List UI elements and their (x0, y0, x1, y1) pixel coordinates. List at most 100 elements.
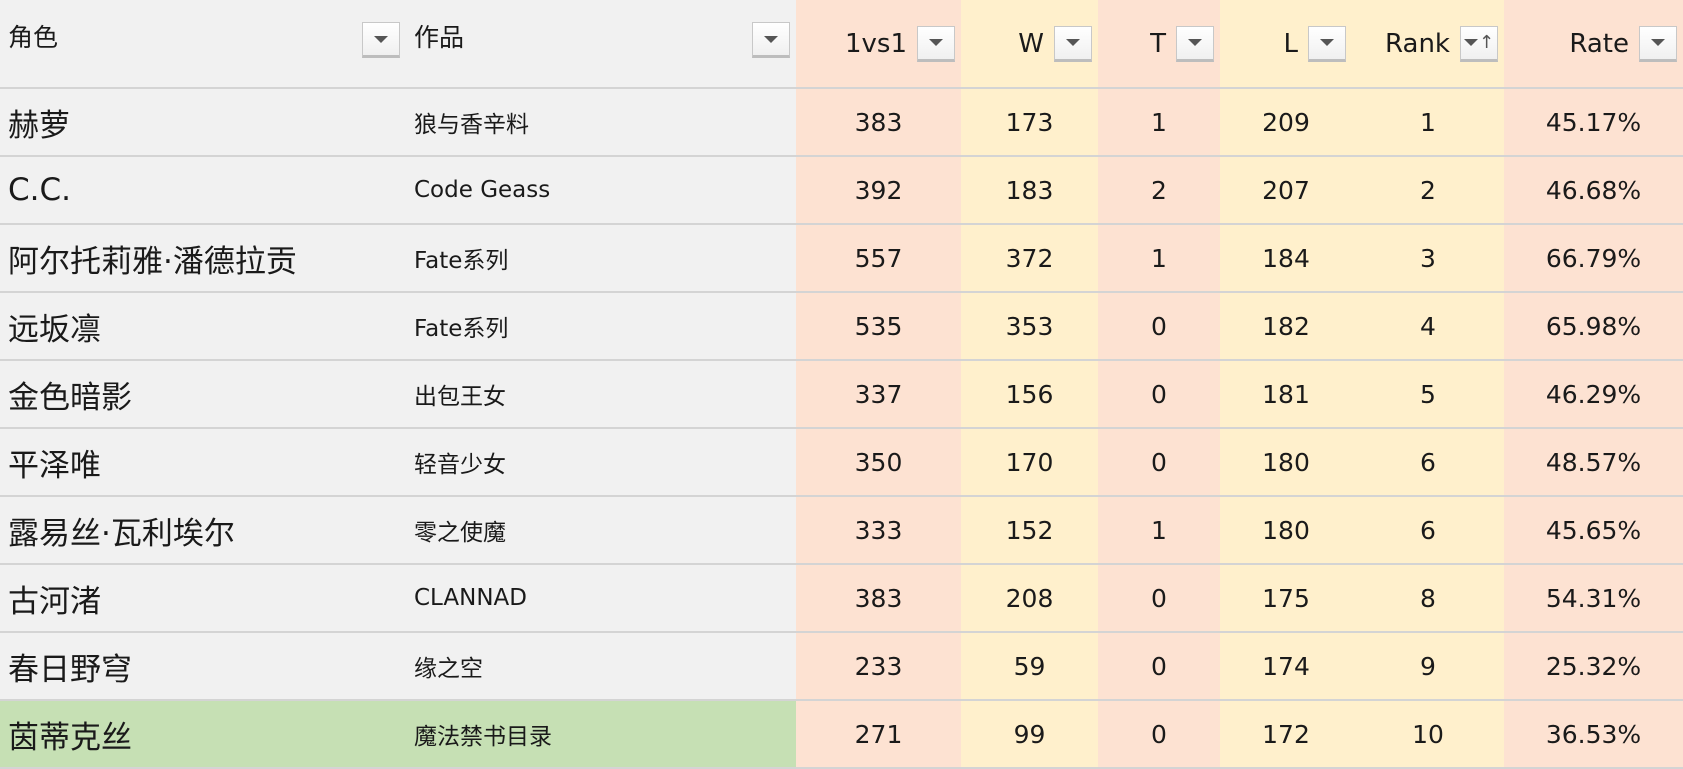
cell-1vs1[interactable]: 535 (796, 292, 961, 361)
cell-l[interactable]: 207 (1220, 156, 1352, 225)
cell-name[interactable]: 赫萝 (0, 88, 406, 157)
cell-w[interactable]: 208 (961, 564, 1098, 633)
cell-t[interactable]: 1 (1098, 224, 1220, 293)
cell-name[interactable]: 金色暗影 (0, 360, 406, 429)
cell-name[interactable]: 春日野穹 (0, 632, 406, 701)
cell-l[interactable]: 175 (1220, 564, 1352, 633)
filter-name-button[interactable] (362, 22, 400, 58)
cell-l[interactable]: 174 (1220, 632, 1352, 701)
cell-t[interactable]: 0 (1098, 700, 1220, 769)
cell-rank[interactable]: 6 (1352, 428, 1504, 497)
cell-name[interactable]: 远坂凛 (0, 292, 406, 361)
cell-rate[interactable]: 25.32% (1504, 632, 1683, 701)
cell-rank[interactable]: 8 (1352, 564, 1504, 633)
cell-l[interactable]: 180 (1220, 496, 1352, 565)
cell-1vs1[interactable]: 350 (796, 428, 961, 497)
cell-work[interactable]: CLANNAD (406, 564, 796, 633)
cell-rate[interactable]: 54.31% (1504, 564, 1683, 633)
ranking-table: 角色 作品 1vs1 W T L Rank ↑ Rate 赫萝 狼与香辛料 38… (0, 0, 1683, 769)
cell-rate[interactable]: 65.98% (1504, 292, 1683, 361)
cell-rank[interactable]: 9 (1352, 632, 1504, 701)
cell-w[interactable]: 183 (961, 156, 1098, 225)
cell-w[interactable]: 156 (961, 360, 1098, 429)
cell-rate[interactable]: 46.68% (1504, 156, 1683, 225)
cell-rank[interactable]: 10 (1352, 700, 1504, 769)
cell-t[interactable]: 0 (1098, 564, 1220, 633)
cell-t[interactable]: 0 (1098, 360, 1220, 429)
cell-rate[interactable]: 45.65% (1504, 496, 1683, 565)
filter-1vs1-button[interactable] (917, 25, 955, 62)
cell-l[interactable]: 180 (1220, 428, 1352, 497)
cell-l[interactable]: 182 (1220, 292, 1352, 361)
header-t: T (1098, 0, 1220, 89)
cell-rank[interactable]: 3 (1352, 224, 1504, 293)
dropdown-arrow-icon (1188, 39, 1202, 46)
dropdown-arrow-icon (929, 39, 943, 46)
cell-work[interactable]: Code Geass (406, 156, 796, 225)
filter-l-button[interactable] (1308, 25, 1346, 62)
cell-rate[interactable]: 45.17% (1504, 88, 1683, 157)
cell-name[interactable]: 茵蒂克丝 (0, 700, 406, 769)
cell-1vs1[interactable]: 383 (796, 88, 961, 157)
cell-rate[interactable]: 36.53% (1504, 700, 1683, 769)
cell-rank[interactable]: 6 (1352, 496, 1504, 565)
cell-rank[interactable]: 1 (1352, 88, 1504, 157)
cell-l[interactable]: 184 (1220, 224, 1352, 293)
cell-w[interactable]: 152 (961, 496, 1098, 565)
cell-w[interactable]: 99 (961, 700, 1098, 769)
dropdown-arrow-icon (1463, 39, 1478, 46)
header-rank: Rank ↑ (1352, 0, 1504, 89)
dropdown-arrow-icon (374, 35, 388, 43)
cell-rank[interactable]: 5 (1352, 360, 1504, 429)
cell-w[interactable]: 173 (961, 88, 1098, 157)
cell-rate[interactable]: 46.29% (1504, 360, 1683, 429)
filter-t-button[interactable] (1176, 25, 1214, 62)
cell-1vs1[interactable]: 557 (796, 224, 961, 293)
cell-work[interactable]: 出包王女 (406, 360, 796, 429)
cell-w[interactable]: 353 (961, 292, 1098, 361)
cell-t[interactable]: 0 (1098, 292, 1220, 361)
cell-l[interactable]: 209 (1220, 88, 1352, 157)
cell-name[interactable]: 阿尔托莉雅·潘德拉贡 (0, 224, 406, 293)
filter-w-button[interactable] (1054, 25, 1092, 62)
cell-name[interactable]: 古河渚 (0, 564, 406, 633)
cell-work[interactable]: 轻音少女 (406, 428, 796, 497)
cell-work[interactable]: 零之使魔 (406, 496, 796, 565)
filter-work-button[interactable] (752, 22, 790, 58)
cell-w[interactable]: 372 (961, 224, 1098, 293)
cell-l[interactable]: 172 (1220, 700, 1352, 769)
cell-work[interactable]: Fate系列 (406, 292, 796, 361)
cell-work[interactable]: 魔法禁书目录 (406, 700, 796, 769)
cell-1vs1[interactable]: 337 (796, 360, 961, 429)
cell-w[interactable]: 170 (961, 428, 1098, 497)
table-row: 远坂凛 Fate系列 535 353 0 182 4 65.98% (0, 292, 1683, 361)
cell-1vs1[interactable]: 383 (796, 564, 961, 633)
cell-rate[interactable]: 66.79% (1504, 224, 1683, 293)
cell-t[interactable]: 0 (1098, 632, 1220, 701)
filter-rate-button[interactable] (1639, 25, 1677, 62)
cell-1vs1[interactable]: 271 (796, 700, 961, 769)
header-t-label: T (1150, 28, 1166, 59)
cell-w[interactable]: 59 (961, 632, 1098, 701)
table-row: 古河渚 CLANNAD 383 208 0 175 8 54.31% (0, 564, 1683, 633)
cell-t[interactable]: 1 (1098, 88, 1220, 157)
cell-t[interactable]: 0 (1098, 428, 1220, 497)
cell-rate[interactable]: 48.57% (1504, 428, 1683, 497)
cell-work[interactable]: 缘之空 (406, 632, 796, 701)
cell-work[interactable]: Fate系列 (406, 224, 796, 293)
cell-t[interactable]: 1 (1098, 496, 1220, 565)
cell-1vs1[interactable]: 233 (796, 632, 961, 701)
sort-rank-button[interactable]: ↑ (1460, 25, 1498, 62)
cell-rank[interactable]: 4 (1352, 292, 1504, 361)
cell-work[interactable]: 狼与香辛料 (406, 88, 796, 157)
cell-name[interactable]: 平泽唯 (0, 428, 406, 497)
cell-rank[interactable]: 2 (1352, 156, 1504, 225)
cell-name[interactable]: C.C. (0, 156, 406, 225)
header-w-label: W (1018, 28, 1044, 59)
cell-1vs1[interactable]: 333 (796, 496, 961, 565)
cell-l[interactable]: 181 (1220, 360, 1352, 429)
header-w: W (961, 0, 1098, 89)
cell-t[interactable]: 2 (1098, 156, 1220, 225)
cell-name[interactable]: 露易丝·瓦利埃尔 (0, 496, 406, 565)
cell-1vs1[interactable]: 392 (796, 156, 961, 225)
